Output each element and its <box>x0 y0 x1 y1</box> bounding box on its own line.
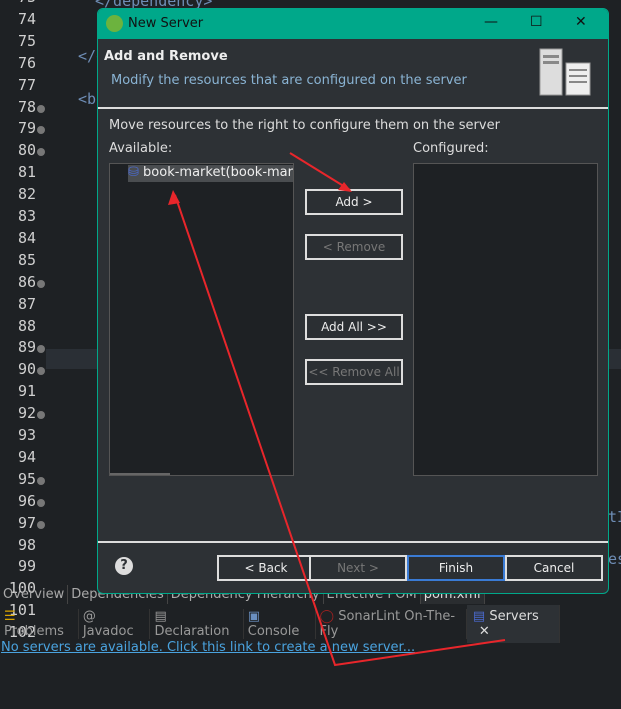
annotation-arrows <box>168 152 506 667</box>
arrow-to-add <box>289 152 351 191</box>
arrow-from-servers <box>174 194 506 667</box>
arrowhead <box>168 190 180 205</box>
